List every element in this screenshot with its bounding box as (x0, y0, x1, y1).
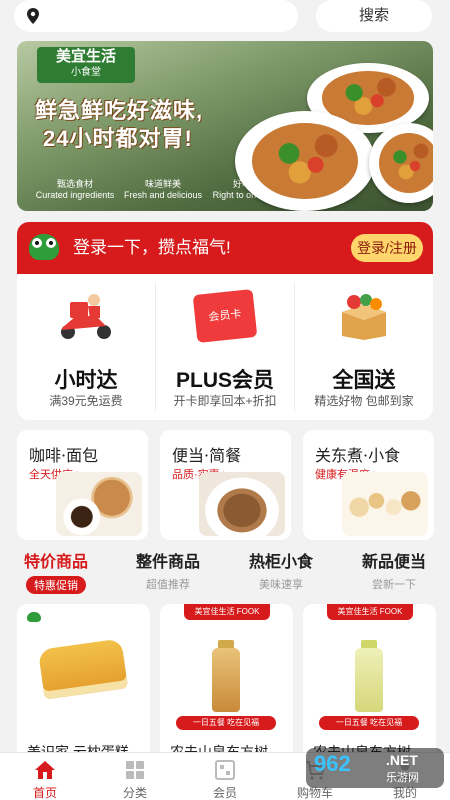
nav-home[interactable]: 首页 (0, 753, 90, 800)
nav-member[interactable]: 会员 (180, 753, 270, 800)
promo-strip: 一日五餐 吃在见福 (176, 716, 276, 730)
banner-slogan-line2: 24小时都对胃! (43, 126, 193, 151)
login-register-button[interactable]: 登录/注册 (351, 234, 423, 262)
coffee-bread-image (56, 472, 142, 536)
badge-label: 味道鲜美 (144, 179, 181, 189)
sponge-cake-image (37, 638, 129, 700)
scooter-courier-icon (61, 294, 111, 339)
watermark-tld: .NET (386, 752, 418, 768)
category-coffee-bread[interactable]: 咖啡·面包 全天供应 > (17, 430, 148, 540)
brand-subtitle: 小食堂 (71, 67, 101, 78)
category-bento[interactable]: 便当·简餐 品质·实惠 > (160, 430, 291, 540)
top-bar: 搜索 (0, 0, 450, 36)
promo-strip: 一日五餐 吃在见福 (319, 716, 419, 730)
tab-specials[interactable]: 特价商品 特惠促销 (0, 548, 112, 594)
nav-label: 首页 (32, 786, 57, 800)
service-hourly-delivery[interactable]: 小时达 满39元免运费 (17, 274, 155, 420)
search-button[interactable]: 搜索 (316, 0, 432, 32)
grid-icon (126, 761, 144, 779)
tea-bottle-image (355, 648, 383, 712)
brand-ribbon: 美宜佳生活 FOOK (327, 604, 413, 620)
tab-whole-items[interactable]: 整件商品 超值推荐 (112, 548, 224, 592)
banner-badge: 甄选食材 Curated ingredients (35, 179, 115, 201)
frog-mascot-icon (29, 234, 59, 260)
bento-image (199, 472, 285, 536)
tab-title: 特价商品 (23, 554, 88, 571)
login-services-card: 登录一下，攒点福气! 登录/注册 小时达 满39元免运费 会员卡 PLUS会员 … (17, 222, 433, 420)
service-subtitle: 精选好物 包邮到家 (314, 394, 414, 408)
member-card-icon: 会员卡 (192, 288, 258, 344)
service-title: PLUS会员 (175, 369, 274, 392)
service-subtitle: 开卡即享回本+折扣 (173, 394, 277, 408)
category-oden-snacks[interactable]: 关东煮·小食 健康有温度 > (303, 430, 434, 540)
product-card[interactable]: 美识家 云枕蛋糕 (17, 604, 150, 764)
food-plate-image (235, 111, 375, 211)
watermark-site: 962 (314, 751, 351, 776)
product-card[interactable]: 美宜佳生活 FOOK 一日五餐 吃在见福 农夫山泉东方树 (160, 604, 293, 764)
banner-badge: 味道鲜美 Fresh and delicious (123, 179, 203, 201)
tab-title: 热柜小食 (248, 554, 313, 571)
location-selector[interactable] (14, 0, 298, 32)
brand-logo: 美宜生活 小食堂 (37, 47, 135, 83)
tab-new-bento[interactable]: 新品便当 尝新一下 (338, 548, 450, 592)
tab-title: 新品便当 (361, 554, 426, 571)
location-pin-icon (27, 8, 39, 24)
category-title: 关东煮·小食 (315, 446, 401, 465)
member-code-icon (215, 760, 235, 780)
brand-ribbon: 美宜佳生活 FOOK (184, 604, 270, 620)
tab-subtitle: 美味速享 (259, 579, 303, 591)
category-title: 便当·简餐 (172, 446, 242, 465)
brand-name: 美宜生活 (55, 48, 116, 65)
badge-english: Curated ingredients (35, 190, 115, 200)
nav-label: 分类 (122, 786, 147, 800)
nav-label: 会员 (212, 786, 237, 800)
tab-subtitle: 超值推荐 (146, 579, 190, 591)
site-watermark: 962 .NET 乐游网 (306, 748, 444, 788)
service-plus-member[interactable]: 会员卡 PLUS会员 开卡即享回本+折扣 (156, 274, 294, 420)
product-card[interactable]: 美宜佳生活 FOOK 一日五餐 吃在见福 农夫山泉东方树 (303, 604, 436, 764)
home-icon (35, 761, 55, 779)
promo-banner[interactable]: 美宜生活 小食堂 鲜急鲜吃好滋味, 24小时都对胃! 甄选食材 Curated … (17, 41, 433, 211)
login-bar: 登录一下，攒点福气! 登录/注册 (17, 222, 433, 274)
food-plate-image (369, 123, 433, 203)
badge-english: Fresh and delicious (123, 190, 203, 200)
category-title: 咖啡·面包 (29, 446, 99, 465)
service-title: 全国送 (332, 369, 396, 392)
oden-skewers-image (342, 472, 428, 536)
tab-subtitle: 尝新一下 (372, 579, 416, 591)
tab-title: 整件商品 (135, 554, 200, 571)
service-title: 小时达 (54, 369, 118, 392)
watermark-name: 乐游网 (386, 772, 419, 784)
tab-subtitle: 特惠促销 (26, 576, 86, 594)
badge-label: 甄选食材 (56, 179, 93, 189)
product-tabs: 特价商品 特惠促销 整件商品 超值推荐 热柜小食 美味速享 新品便当 尝新一下 (0, 548, 450, 596)
login-prompt: 登录一下，攒点福气! (73, 238, 231, 257)
member-card-text: 会员卡 (207, 308, 243, 324)
nav-category[interactable]: 分类 (90, 753, 180, 800)
service-nationwide[interactable]: 全国送 精选好物 包邮到家 (295, 274, 433, 420)
tab-hot-snacks[interactable]: 热柜小食 美味速享 (225, 548, 337, 592)
service-subtitle: 满39元免运费 (49, 394, 123, 408)
frog-mascot-icon (27, 612, 41, 622)
tea-bottle-image (212, 648, 240, 712)
delivery-box-icon (342, 294, 386, 340)
